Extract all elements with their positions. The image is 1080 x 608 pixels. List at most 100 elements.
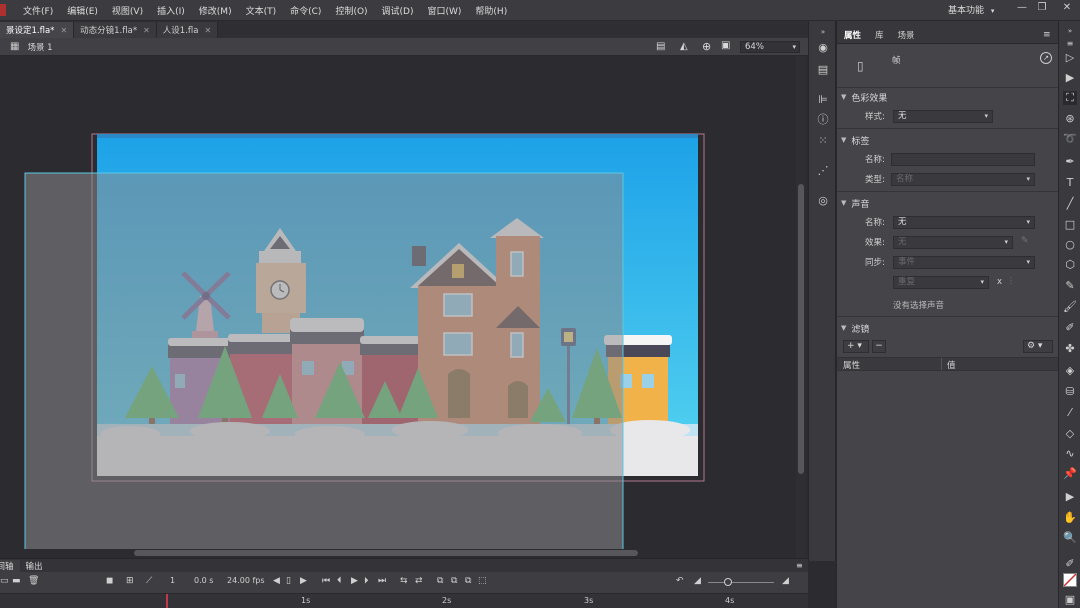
zoom-out-icon[interactable]: ◢	[694, 576, 701, 586]
library-icon[interactable]: ▤	[815, 63, 831, 77]
menu-modify[interactable]: 修改(M)	[192, 4, 239, 17]
menu-commands[interactable]: 命令(C)	[283, 4, 328, 17]
fit-frames-icon[interactable]: ⬚	[478, 576, 487, 586]
color-effect-section[interactable]: ▼ 色彩效果	[837, 88, 1058, 106]
gear-icon[interactable]: ⚙ ▾	[1023, 340, 1053, 353]
text-tool-icon[interactable]: T	[1063, 176, 1077, 190]
rectangle-tool-icon[interactable]: □	[1063, 218, 1077, 232]
line-tool-icon[interactable]: ╱	[1063, 197, 1077, 211]
pin-tool-icon[interactable]: 📌	[1063, 467, 1077, 481]
restore-icon[interactable]: ❐	[1034, 2, 1050, 16]
style-select[interactable]: 无 ▾	[893, 109, 993, 123]
close-icon[interactable]: ✕	[204, 26, 211, 35]
swap-colors-icon[interactable]: ▣	[1063, 593, 1077, 607]
new-folder-icon[interactable]: ▬	[12, 576, 21, 586]
ink-bottle-tool-icon[interactable]: ⛁	[1063, 385, 1077, 399]
edit-pencil-icon[interactable]: ✎	[1021, 236, 1029, 246]
hand-tool-icon[interactable]: ✋	[1063, 511, 1077, 525]
onion-skin-icon[interactable]: ▯	[286, 576, 291, 586]
menu-file[interactable]: 文件(F)	[16, 4, 60, 17]
tab-output[interactable]: 输出	[20, 560, 49, 572]
step-back-icon[interactable]: ◀	[273, 576, 280, 586]
repeat-stepper[interactable]: ⋮	[1007, 276, 1015, 285]
polystar-tool-icon[interactable]: ⬡	[1063, 258, 1077, 272]
step-forward-icon[interactable]: ▶	[300, 576, 307, 586]
remove-filter-button[interactable]: −	[872, 340, 886, 353]
tab-properties[interactable]: 属性	[837, 29, 868, 43]
components-icon[interactable]: ⋰	[815, 164, 831, 178]
menu-window[interactable]: 窗口(W)	[421, 4, 469, 17]
stroke-color-icon[interactable]: ✐	[1063, 557, 1077, 571]
scroll-thumb[interactable]	[798, 184, 804, 474]
pen-tool-icon[interactable]: ✒	[1063, 155, 1077, 169]
sound-name-select[interactable]: 无 ▾	[893, 215, 1035, 229]
oval-tool-icon[interactable]: ○	[1063, 238, 1077, 252]
add-filter-button[interactable]: + ▾	[843, 340, 869, 353]
menu-help[interactable]: 帮助(H)	[468, 4, 514, 17]
zoom-in-icon[interactable]: ◢	[782, 576, 789, 586]
tab-scene-setting[interactable]: 景设定1.fla* ✕	[0, 22, 75, 38]
modify-markers-icon[interactable]: ⧉	[465, 576, 471, 586]
menu-edit[interactable]: 编辑(E)	[60, 4, 105, 17]
next-frame-icon[interactable]: ⏵	[364, 576, 369, 586]
undo-icon[interactable]: ↶	[676, 576, 684, 586]
center-frame-icon[interactable]: ⇄	[415, 576, 423, 586]
frame-rate[interactable]: 24.00 fps	[227, 576, 265, 585]
eyedropper-tool-icon[interactable]: ⁄	[1063, 406, 1077, 420]
camera-icon[interactable]: ◼	[106, 576, 113, 586]
close-icon[interactable]: ✕	[1054, 2, 1080, 16]
label-type-select[interactable]: 名称 ▾	[891, 172, 1035, 186]
expand-icon[interactable]: »	[815, 25, 831, 39]
eraser-tool-icon[interactable]: ◇	[1063, 427, 1077, 441]
fill-color-icon[interactable]	[1063, 573, 1077, 587]
timeline-ruler[interactable]: 1s 2s 3s 4s	[0, 594, 808, 608]
vertical-scrollbar[interactable]	[796, 56, 806, 558]
motion-presets-icon[interactable]: ◉	[815, 41, 831, 55]
menu-icon[interactable]: ≡	[1043, 30, 1051, 40]
3d-rotation-tool-icon[interactable]: ⊛	[1063, 112, 1077, 126]
edit-multiple-frames-icon[interactable]: ⧉	[451, 576, 457, 586]
menu-icon[interactable]: ≡	[790, 561, 809, 570]
prev-frame-icon[interactable]: ⏴	[337, 576, 342, 586]
free-transform-tool-icon[interactable]: ⛶	[1063, 91, 1077, 105]
minimize-icon[interactable]: —	[1014, 2, 1030, 16]
stage-area[interactable]	[0, 56, 796, 549]
label-name-input[interactable]	[891, 152, 1035, 166]
tab-storyboard[interactable]: 动态分镜1.fla* ✕	[74, 22, 157, 38]
scroll-thumb[interactable]	[134, 550, 638, 556]
lasso-tool-icon[interactable]: ➰	[1063, 132, 1077, 146]
close-icon[interactable]: ✕	[143, 26, 150, 35]
color-icon[interactable]: ◎	[815, 194, 831, 208]
tab-character[interactable]: 人设1.fla ✕	[156, 22, 219, 38]
transform-icon[interactable]: ⁙	[815, 134, 831, 148]
paint-bucket-tool-icon[interactable]: ◈	[1063, 364, 1077, 378]
new-layer-icon[interactable]: ▭	[0, 576, 9, 586]
info-icon[interactable]: ⓘ	[815, 113, 831, 127]
label-section[interactable]: ▼ 标签	[837, 131, 1058, 149]
tab-library[interactable]: 库	[868, 29, 891, 43]
last-frame-icon[interactable]: ⏭	[378, 576, 386, 586]
align-icon[interactable]: ⊫	[815, 93, 831, 107]
layer-parenting-icon[interactable]: ⊞	[126, 576, 134, 586]
menu-icon[interactable]: ≡	[1063, 37, 1077, 51]
stage-canvas[interactable]	[0, 56, 796, 549]
play-icon[interactable]: ▶	[351, 576, 358, 586]
menu-view[interactable]: 视图(V)	[105, 4, 150, 17]
center-stage-icon[interactable]: ⊕	[702, 40, 711, 53]
tab-scene[interactable]: 场景	[891, 29, 922, 43]
brush-tool-icon[interactable]: 🖌	[1063, 300, 1077, 314]
menu-control[interactable]: 控制(O)	[328, 4, 374, 17]
width-tool-icon[interactable]: ∿	[1063, 447, 1077, 461]
slider-handle[interactable]	[724, 578, 732, 586]
repeat-select[interactable]: 重复 ▾	[893, 275, 989, 289]
horizontal-scrollbar[interactable]	[0, 549, 796, 558]
menu-insert[interactable]: 插入(I)	[150, 4, 192, 17]
close-icon[interactable]: ✕	[60, 26, 67, 35]
selection-tool-icon[interactable]: ▷	[1063, 51, 1077, 65]
paint-brush-tool-icon[interactable]: ✐	[1063, 321, 1077, 335]
camera-icon[interactable]: ▤	[656, 41, 665, 52]
timeline-zoom-slider[interactable]	[708, 578, 774, 586]
current-time[interactable]: 0.0 s	[194, 576, 213, 585]
help-icon[interactable]: ↗	[1040, 52, 1052, 64]
bone-tool-icon[interactable]: ✤	[1063, 342, 1077, 356]
